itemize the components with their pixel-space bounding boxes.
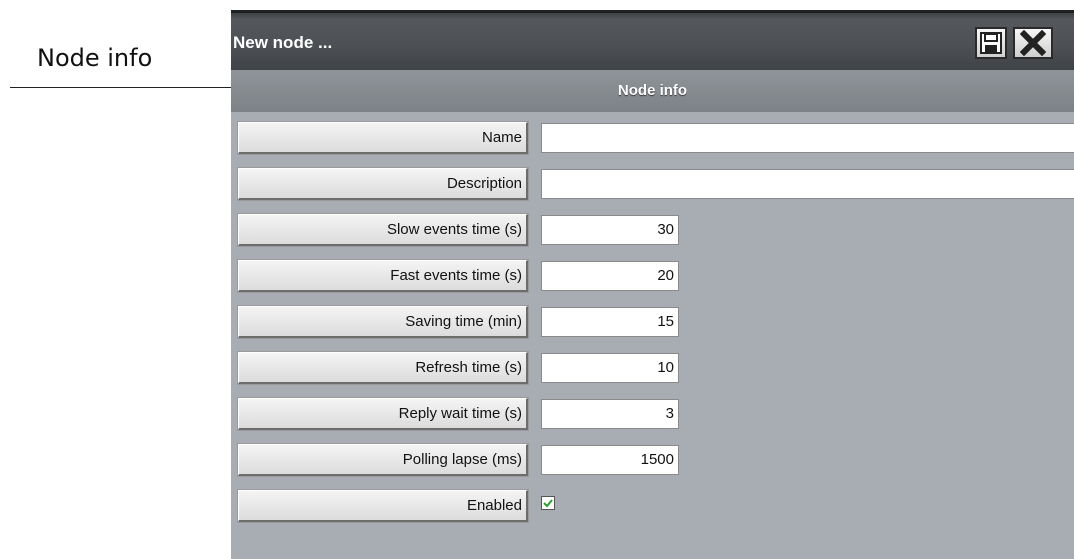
slow-events-input[interactable]: 30 xyxy=(541,215,679,245)
refresh-time-input[interactable]: 10 xyxy=(541,353,679,383)
window-title: New node ... xyxy=(233,33,333,52)
name-label-button[interactable]: Name xyxy=(237,121,529,155)
annotation-label: Node info xyxy=(37,44,153,72)
section-header: Node info xyxy=(231,70,1074,112)
reply-wait-label-button[interactable]: Reply wait time (s) xyxy=(237,397,529,431)
save-button[interactable] xyxy=(975,27,1007,59)
saving-time-label-button[interactable]: Saving time (min) xyxy=(237,305,529,339)
refresh-time-label-button[interactable]: Refresh time (s) xyxy=(237,351,529,385)
enabled-checkbox[interactable] xyxy=(541,496,555,510)
close-icon xyxy=(1020,30,1046,56)
title-bar: New node ... xyxy=(231,10,1074,70)
save-icon xyxy=(980,32,1002,54)
fast-events-label-button[interactable]: Fast events time (s) xyxy=(237,259,529,293)
new-node-dialog: New node ... Node info Name Description … xyxy=(231,10,1074,559)
close-button[interactable] xyxy=(1013,27,1053,59)
checkmark-icon xyxy=(543,499,553,508)
polling-lapse-label-button[interactable]: Polling lapse (ms) xyxy=(237,443,529,477)
reply-wait-input[interactable]: 3 xyxy=(541,399,679,429)
name-input[interactable] xyxy=(541,123,1074,153)
description-input[interactable] xyxy=(541,169,1074,199)
description-label-button[interactable]: Description xyxy=(237,167,529,201)
enabled-label-button[interactable]: Enabled xyxy=(237,489,529,523)
fast-events-input[interactable]: 20 xyxy=(541,261,679,291)
polling-lapse-input[interactable]: 1500 xyxy=(541,445,679,475)
saving-time-input[interactable]: 15 xyxy=(541,307,679,337)
slow-events-label-button[interactable]: Slow events time (s) xyxy=(237,213,529,247)
